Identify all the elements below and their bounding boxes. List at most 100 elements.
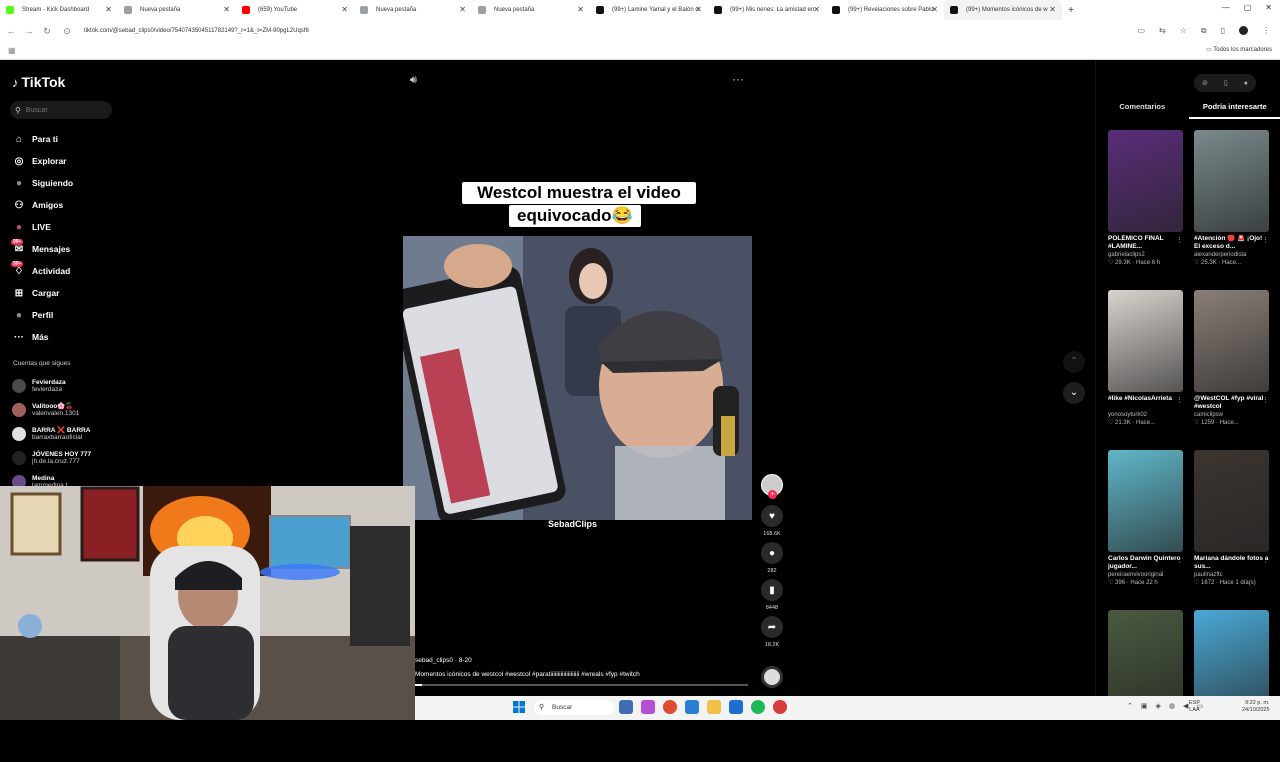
apps-grid-icon[interactable]: ▦ [8,46,16,55]
video-thumbnail[interactable] [1194,290,1269,392]
previous-video-button[interactable]: ⌃ [1063,351,1085,373]
more-options-icon[interactable]: ··· [732,72,744,86]
video-author[interactable]: sebad_clips0 · 8-20 [415,657,472,664]
video-thumbnail[interactable] [1108,450,1183,552]
comment-button[interactable]: ● [761,542,783,564]
browser-tab[interactable]: Nueva pestaña✕ [354,0,472,20]
taskbar-app-explorer-icon[interactable] [707,700,721,714]
tab-close-icon[interactable]: ✕ [813,5,820,14]
site-info-icon[interactable]: ⊙ [60,26,74,37]
browser-tab[interactable]: Stream - Kick Dashboard✕ [0,0,118,20]
card-more-icon[interactable]: ⋮ [1262,396,1269,404]
browser-tab[interactable]: (99+) Mis nenes: La amistad en✕ [708,0,826,20]
taskbar-clock[interactable]: 9:22 p. m. 24/10/2025 [1242,700,1270,714]
sidebar-item-siguiendo[interactable]: ●Siguiendo [12,172,73,194]
taskbar-app-obs-icon[interactable] [773,700,787,714]
bookmark-star-icon[interactable]: ☆ [1180,26,1187,36]
video-thumbnail[interactable] [1108,290,1183,392]
tab-podría-interesarte[interactable]: Podría interesarte [1189,102,1280,119]
tray-network-icon[interactable]: ◍ [1169,702,1175,710]
recommended-video-card[interactable] [1108,610,1183,762]
profile-avatar[interactable] [1239,26,1248,35]
author-avatar[interactable]: + [761,474,783,496]
music-disc-icon[interactable] [761,666,783,688]
next-video-button[interactable]: ⌄ [1063,382,1085,404]
card-username[interactable]: gabrielaclips2 [1108,252,1183,258]
recommended-video-card[interactable] [1194,610,1269,762]
sidebar-item-actividad[interactable]: ♢99+Actividad [12,260,73,282]
windows-start-icon[interactable] [513,701,525,713]
following-account[interactable]: BARRA ❌ BARRAbarraxbarraoficial [12,422,91,446]
video-thumbnail[interactable] [1194,130,1269,232]
sidebar-item-cargar[interactable]: ⊞Cargar [12,282,73,304]
sidebar-item-explorar[interactable]: ◎Explorar [12,150,73,172]
tray-app-icon[interactable]: ▣ [1141,702,1148,710]
card-username[interactable]: yonosoyturk02 [1108,412,1183,418]
card-more-icon[interactable]: ⋮ [1262,556,1269,564]
user-avatar-small[interactable]: ● [1244,80,1248,87]
taskbar-app-store-icon[interactable] [729,700,743,714]
close-window-icon[interactable]: ✕ [1265,3,1272,12]
video-thumbnail[interactable] [1108,130,1183,232]
sidebar-item-amigos[interactable]: ⚇Amigos [12,194,73,216]
search-input[interactable] [26,107,106,114]
tray-chevron-icon[interactable]: ⌃ [1127,702,1133,710]
taskbar-app-edge-icon[interactable] [685,700,699,714]
browser-tab[interactable]: Nueva pestaña✕ [118,0,236,20]
reload-icon[interactable]: ↻ [40,26,54,37]
tab-close-icon[interactable]: ✕ [223,5,230,14]
tab-close-icon[interactable]: ✕ [105,5,112,14]
card-username[interactable]: paulinazftc [1194,572,1269,578]
install-icon[interactable]: ▭ [1137,26,1145,36]
tab-close-icon[interactable]: ✕ [695,5,702,14]
volume-icon[interactable]: 🔊︎ [410,74,417,87]
back-icon[interactable]: ← [4,26,18,36]
recommended-video-card[interactable]: @WestCOL #fyp #viral #westcolcamiclipsw♡… [1194,290,1269,442]
browser-tab[interactable]: (99+) Lamine Yamal y el Balón d✕ [590,0,708,20]
sidebar-icon[interactable]: ▯ [1221,26,1225,36]
taskbar-app-scenery-icon[interactable] [619,700,633,714]
follow-plus-icon[interactable]: + [768,490,777,499]
taskbar-search[interactable]: ⚲ Buscar [534,700,614,715]
minimize-icon[interactable]: — [1222,3,1230,12]
recommended-video-card[interactable]: Mariana dándole fotos a sus...paulinazft… [1194,450,1269,602]
browser-menu-icon[interactable]: ⋮ [1262,26,1270,36]
save-button[interactable]: ▮ [761,579,783,601]
card-username[interactable]: camiclipsw [1194,412,1269,418]
card-more-icon[interactable]: ⋮ [1262,236,1269,244]
tray-volume-icon[interactable]: ◀ [1183,702,1188,710]
forward-icon[interactable]: → [22,26,36,36]
card-more-icon[interactable]: ⋮ [1176,396,1183,404]
tab-close-icon[interactable]: ✕ [459,5,466,14]
video-frame[interactable] [403,236,752,520]
taskbar-app-chrome-icon[interactable] [663,700,677,714]
following-account[interactable]: Valitooo🌸🍒valenvalen.1301 [12,398,91,422]
recommended-video-card[interactable]: POLÉMICO FINAL #LAMINE...gabrielaclips2♡… [1108,130,1183,282]
search-box[interactable]: ⚲ [10,101,112,119]
new-tab-icon[interactable]: + [1062,5,1080,16]
extensions-icon[interactable]: ⧉ [1201,26,1207,36]
taskbar-app-spotify-icon[interactable] [751,700,765,714]
compass-small-icon[interactable]: ⊘ [1202,79,1208,87]
maximize-icon[interactable]: ▢ [1244,3,1252,12]
taskbar-app-copilot-icon[interactable] [641,700,655,714]
language-indicator[interactable]: ESP LAA [1189,700,1200,714]
sidebar-item-más[interactable]: ···Más [12,326,73,348]
tab-close-icon[interactable]: ✕ [341,5,348,14]
recommended-video-card[interactable]: #like #NicolasArrietayonosoyturk02♡ 21.3… [1108,290,1183,442]
url-field[interactable]: tiktok.com/@sebad_clips0/video/754074350… [84,28,1084,34]
video-progress-bar[interactable] [415,684,748,686]
card-more-icon[interactable]: ⋮ [1176,556,1183,564]
sidebar-item-live[interactable]: ●LIVE [12,216,73,238]
browser-tab[interactable]: (99+) Momentos icónicos de w✕ [944,0,1062,20]
device-icon[interactable]: ▯ [1224,79,1228,87]
translate-icon[interactable]: ⇆ [1159,26,1166,36]
video-thumbnail[interactable] [1194,450,1269,552]
following-account[interactable]: Fevierdazafevierdaza [12,374,91,398]
sidebar-item-mensajes[interactable]: ✉99+Mensajes [12,238,73,260]
all-bookmarks-link[interactable]: ▭ Todos los marcadores [1206,46,1272,53]
tab-close-icon[interactable]: ✕ [577,5,584,14]
tray-shield-icon[interactable]: ◈ [1156,702,1161,710]
following-account[interactable]: JÓVENES HOY 777jh.de.la.cruz.777 [12,446,91,470]
recommended-video-card[interactable]: #Atención 🔴 🚨 ¡Ojo! El exceso d...alexan… [1194,130,1269,282]
